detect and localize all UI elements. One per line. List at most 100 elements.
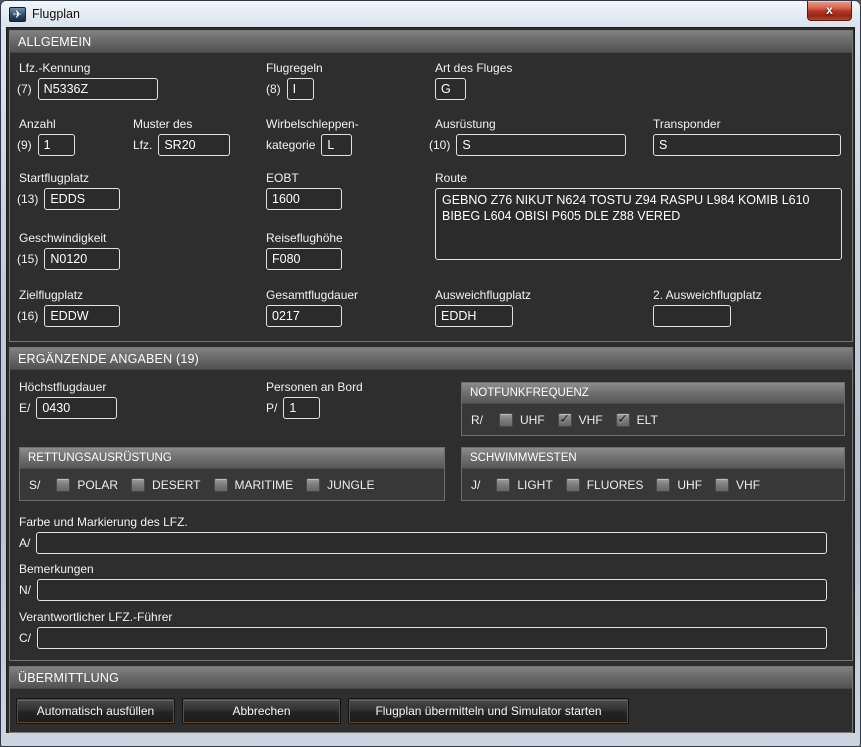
reiseflughoehe-input[interactable] <box>266 248 342 270</box>
checkbox-rettung-desert-label: DESERT <box>152 478 200 492</box>
ausruestung-prefix: (10) <box>429 138 450 152</box>
startflugplatz-prefix: (13) <box>17 192 38 206</box>
hoechstflugdauer-input[interactable] <box>36 397 117 419</box>
flugregeln-prefix: (8) <box>266 82 281 96</box>
bemerkungen-label: Bemerkungen <box>19 562 827 576</box>
close-button[interactable]: x <box>807 1 852 21</box>
farbe-input[interactable] <box>36 532 827 554</box>
group-ergaenzende: ERGÄNZENDE ANGABEN (19) Höchstflugdauer … <box>9 347 853 661</box>
zielflugplatz-input[interactable] <box>44 305 120 327</box>
checkbox-rettung-maritime[interactable] <box>214 478 228 492</box>
window-title: Flugplan <box>32 7 80 21</box>
subgroup-rettungsausruestung: RETTUNGSAUSRÜSTUNG S/ POLAR DESERT <box>19 447 445 501</box>
verantwortlicher-label: Verantwortlicher LFZ.-Führer <box>19 610 827 624</box>
wirbelschleppen-input[interactable] <box>321 134 352 156</box>
subgroup-notfunkfrequenz: NOTFUNKFREQUENZ R/ UHF VHF <box>461 382 845 436</box>
personen-label: Personen an Bord <box>266 380 363 394</box>
route-input[interactable]: GEBNO Z76 NIKUT N624 TOSTU Z94 RASPU L98… <box>435 188 842 260</box>
art-des-fluges-label: Art des Fluges <box>435 61 512 75</box>
checkbox-schwimm-light-label: LIGHT <box>517 478 552 492</box>
titlebar[interactable]: ✈ Flugplan <box>1 1 860 27</box>
flugregeln-label: Flugregeln <box>266 61 323 75</box>
geschwindigkeit-prefix: (15) <box>17 252 38 266</box>
group-allgemein: ALLGEMEIN Lfz.-Kennung (7) Flugregeln (8… <box>9 30 853 342</box>
muster-prefix: Lfz. <box>133 138 152 152</box>
wirbelschleppen-prefix: kategorie <box>266 138 315 152</box>
checkbox-rettung-maritime-label: MARITIME <box>235 478 294 492</box>
startflugplatz-input[interactable] <box>44 188 120 210</box>
group-uebermittlung-header: ÜBERMITTLUNG <box>10 667 852 689</box>
anzahl-input[interactable] <box>38 134 75 156</box>
checkbox-notfunk-elt-label: ELT <box>637 413 658 427</box>
checkbox-schwimm-uhf[interactable] <box>656 478 670 492</box>
zielflugplatz-prefix: (16) <box>17 309 38 323</box>
flugregeln-input[interactable] <box>287 78 314 100</box>
ausruestung-input[interactable] <box>456 134 626 156</box>
muster-input[interactable] <box>158 134 230 156</box>
checkbox-notfunk-uhf-label: UHF <box>520 413 545 427</box>
checkbox-schwimm-vhf[interactable] <box>715 478 729 492</box>
personen-input[interactable] <box>283 397 320 419</box>
farbe-label: Farbe und Markierung des LFZ. <box>19 515 827 529</box>
bemerkungen-input[interactable] <box>37 579 827 601</box>
anzahl-prefix: (9) <box>17 138 32 152</box>
checkbox-rettung-polar-label: POLAR <box>77 478 118 492</box>
checkbox-rettung-jungle-label: JUNGLE <box>327 478 374 492</box>
checkbox-notfunk-elt[interactable] <box>616 413 630 427</box>
notfunkfrequenz-header: NOTFUNKFREQUENZ <box>462 383 844 404</box>
farbe-prefix: A/ <box>19 536 30 550</box>
checkbox-schwimm-vhf-label: VHF <box>736 478 760 492</box>
art-des-fluges-input[interactable] <box>435 78 466 100</box>
transponder-label: Transponder <box>653 117 841 131</box>
checkbox-schwimm-light[interactable] <box>496 478 510 492</box>
gesamtflugdauer-input[interactable] <box>266 305 342 327</box>
checkbox-schwimm-fluores-label: FLUORES <box>587 478 644 492</box>
checkbox-schwimm-uhf-label: UHF <box>677 478 702 492</box>
checkbox-rettung-polar[interactable] <box>56 478 70 492</box>
eobt-input[interactable] <box>266 188 342 210</box>
ausruestung-label: Ausrüstung <box>435 117 626 131</box>
geschwindigkeit-label: Geschwindigkeit <box>19 231 120 245</box>
schwimm-prefix: J/ <box>471 478 480 492</box>
route-label: Route <box>435 171 842 185</box>
ausweichflugplatz2-input[interactable] <box>653 305 731 327</box>
checkbox-notfunk-vhf-label: VHF <box>579 413 603 427</box>
checkbox-notfunk-uhf[interactable] <box>499 413 513 427</box>
verantwortlicher-input[interactable] <box>37 627 827 649</box>
cancel-button[interactable]: Abbrechen <box>183 699 340 723</box>
checkbox-notfunk-vhf[interactable] <box>558 413 572 427</box>
app-airplane-icon: ✈ <box>9 7 26 22</box>
client-area: ALLGEMEIN Lfz.-Kennung (7) Flugregeln (8… <box>6 27 855 733</box>
schwimmwesten-header: SCHWIMMWESTEN <box>462 448 844 469</box>
checkbox-rettung-desert[interactable] <box>131 478 145 492</box>
ausweichflugplatz-input[interactable] <box>435 305 513 327</box>
submit-and-start-button[interactable]: Flugplan übermitteln und Simulator start… <box>349 699 628 723</box>
verantwortlicher-prefix: C/ <box>19 631 31 645</box>
geschwindigkeit-input[interactable] <box>44 248 120 270</box>
zielflugplatz-label: Zielflugplatz <box>19 288 120 302</box>
rettungsausruestung-header: RETTUNGSAUSRÜSTUNG <box>20 448 444 469</box>
group-allgemein-header: ALLGEMEIN <box>10 31 852 53</box>
lfz-kennung-input[interactable] <box>38 78 158 100</box>
group-ergaenzende-header: ERGÄNZENDE ANGABEN (19) <box>10 348 852 370</box>
eobt-label: EOBT <box>266 171 342 185</box>
flugplan-window: ✈ Flugplan x ALLGEMEIN Lfz.-Kennung (7) … <box>0 0 861 747</box>
checkbox-schwimm-fluores[interactable] <box>566 478 580 492</box>
ausweichflugplatz-label: Ausweichflugplatz <box>435 288 531 302</box>
hoechstflugdauer-prefix: E/ <box>19 401 30 415</box>
transponder-input[interactable] <box>653 134 841 156</box>
muster-label: Muster des <box>133 117 230 131</box>
gesamtflugdauer-label: Gesamtflugdauer <box>266 288 358 302</box>
checkbox-rettung-jungle[interactable] <box>306 478 320 492</box>
rettung-prefix: S/ <box>29 478 40 492</box>
hoechstflugdauer-label: Höchstflugdauer <box>19 380 117 394</box>
autofill-button[interactable]: Automatisch ausfüllen <box>17 699 174 723</box>
lfz-kennung-label: Lfz.-Kennung <box>19 61 158 75</box>
wirbelschleppen-label: Wirbelschleppen- <box>266 117 359 131</box>
notfunk-prefix: R/ <box>471 413 483 427</box>
startflugplatz-label: Startflugplatz <box>19 171 120 185</box>
ausweichflugplatz2-label: 2. Ausweichflugplatz <box>653 288 762 302</box>
bemerkungen-prefix: N/ <box>19 583 31 597</box>
group-uebermittlung: ÜBERMITTLUNG Automatisch ausfüllen Abbre… <box>9 666 853 733</box>
reiseflughoehe-label: Reiseflughöhe <box>266 231 343 245</box>
